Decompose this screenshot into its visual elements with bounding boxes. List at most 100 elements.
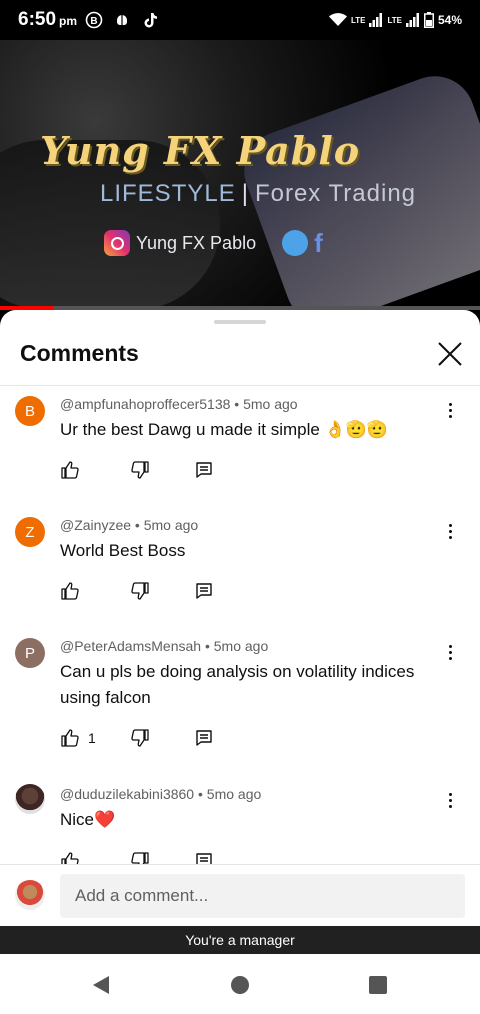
manager-banner: You're a manager [0,926,480,954]
video-subtitle-sep: | [241,180,249,207]
comment-text: Nice❤️ [60,810,116,829]
video-player[interactable]: Yung FX Pablo LIFESTYLE | Forex Trading Yu… [0,40,480,310]
comment-age: 5mo ago [206,786,262,802]
network-label-1: LTE [350,15,366,25]
comment-text: Ur the best Dawg u made it simple 👌🫡🫡 [60,420,389,439]
reply-icon [196,730,212,746]
facebook-icon: f [314,228,323,258]
drag-handle[interactable] [214,320,266,324]
comments-sheet: Comments B @ampfunahoproffecer5138 • 5mo… [0,310,480,926]
more-options-button[interactable] [440,521,460,541]
video-social-row: Yung FX Pablo f [104,230,336,256]
battery-percent: 54% [437,13,462,27]
add-comment-input[interactable] [60,874,465,918]
comment-handle[interactable]: @PeterAdamsMensah [60,638,201,654]
comment-meta: @PeterAdamsMensah • 5mo ago [60,638,269,654]
network-label-2: LTE [387,15,402,25]
status-right: LTE LTE 54% [328,12,462,28]
back-triangle-icon [93,976,109,994]
thumbs-up-icon [61,461,79,479]
avatar[interactable]: B [15,396,45,426]
close-button[interactable] [436,340,464,368]
recents-square-icon [369,976,387,994]
comment-list[interactable]: B @ampfunahoproffecer5138 • 5mo ago Ur t… [0,386,480,864]
avatar[interactable]: P [15,638,45,668]
thumbs-up-icon [61,852,79,864]
comment-actions [60,459,212,481]
dislike-button[interactable] [130,459,150,481]
reply-button[interactable] [194,459,214,481]
home-circle-icon [231,976,249,994]
status-time: 6:50 pm [18,9,77,31]
reply-icon [196,853,212,864]
comment-meta: @ampfunahoproffecer5138 • 5mo ago [60,396,298,412]
thumbs-down-icon [131,852,149,864]
status-notification-icons: B [85,11,159,29]
reply-button[interactable] [194,580,214,602]
dislike-button[interactable] [130,850,150,864]
comment-text: World Best Boss [60,541,186,560]
avatar[interactable]: Z [15,517,45,547]
comment-item: P @PeterAdamsMensah • 5mo ago Can u pls … [0,628,480,776]
thumbs-up-icon [61,729,79,747]
back-button[interactable] [90,974,112,996]
like-button[interactable] [60,850,88,864]
home-button[interactable] [229,974,251,996]
comment-actions: 1 [60,727,212,749]
comment-item: @duduzilekabini3860 • 5mo ago Nice❤️ [0,776,480,864]
video-subtitle-left: LIFESTYLE [100,180,236,207]
reply-icon [196,462,212,478]
comment-item: B @ampfunahoproffecer5138 • 5mo ago Ur t… [0,386,480,506]
like-count: 1 [88,730,96,746]
status-ampm: pm [59,14,78,28]
comment-meta: @duduzilekabini3860 • 5mo ago [60,786,262,802]
status-bar: 6:50 pm B LTE LTE 54% [0,0,480,40]
reply-button[interactable] [194,850,214,864]
video-overlay-title: Yung FX Pablo [40,128,361,173]
wifi-icon [328,13,347,26]
reply-button[interactable] [194,727,214,749]
comment-age: 5mo ago [143,517,199,533]
more-options-button[interactable] [440,400,460,420]
comment-handle[interactable]: @Zainyzee [60,517,131,533]
reply-icon [196,583,212,599]
b-badge-icon: B [85,11,103,29]
close-icon [438,342,462,366]
thumbs-down-icon [131,461,149,479]
thumbs-down-icon [131,582,149,600]
comment-actions [60,580,212,602]
comment-text: Can u pls be doing analysis on volatilit… [60,662,415,707]
more-options-button[interactable] [440,642,460,662]
comment-age: 5mo ago [213,638,269,654]
add-comment-bar [0,864,480,926]
comment-handle[interactable]: @duduzilekabini3860 [60,786,194,802]
like-button[interactable] [60,580,88,602]
twitter-icon [282,230,309,256]
my-avatar [15,880,45,910]
dislike-button[interactable] [130,580,150,602]
status-time-value: 6:50 [18,9,57,30]
battery-icon [423,12,434,28]
instagram-icon [104,230,130,256]
signal-icon-1 [369,13,383,27]
dislike-button[interactable] [130,727,150,749]
avatar[interactable] [15,784,45,814]
tiktok-icon [144,13,158,28]
video-subtitle-right: Forex Trading [254,180,417,207]
thumbs-up-icon [61,582,79,600]
like-button[interactable] [60,459,88,481]
thumbs-down-icon [131,729,149,747]
svg-text:B: B [90,16,97,27]
comment-item: Z @Zainyzee • 5mo ago World Best Boss [0,507,480,627]
sheet-title: Comments [20,340,139,366]
comment-age: 5mo ago [243,396,298,412]
brain-icon [117,15,128,25]
comment-handle[interactable]: @ampfunahoproffecer5138 [60,396,230,412]
signal-icon-2 [405,13,419,27]
system-nav-bar [0,954,480,1014]
video-overlay-subtitle: LIFESTYLE | Forex Trading [100,180,416,208]
comment-actions [60,850,212,864]
recents-button[interactable] [367,974,389,996]
like-button[interactable]: 1 [60,727,96,749]
more-options-button[interactable] [440,790,460,810]
